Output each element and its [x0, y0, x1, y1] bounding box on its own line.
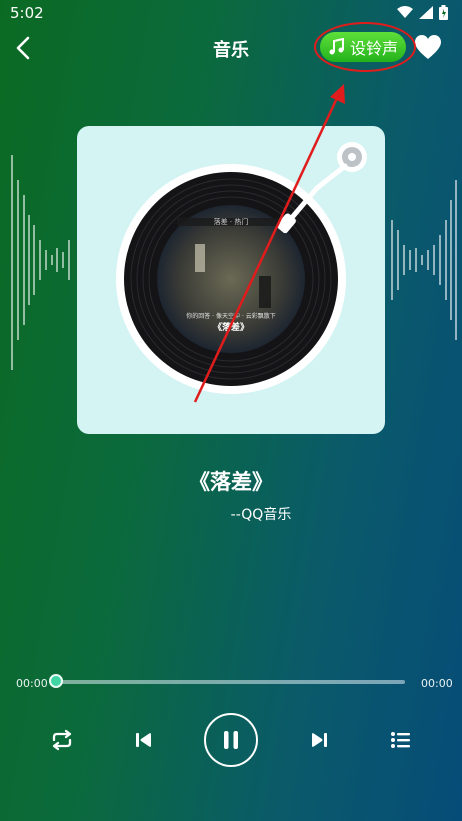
repeat-icon — [52, 729, 72, 751]
cover-caption-title: 《落差》 — [213, 321, 249, 333]
next-icon — [312, 733, 327, 747]
vinyl-record: 落差 · 热门 你的回答 · 像天空中 · 云彩飘散下 《落差》 — [116, 142, 367, 394]
current-time: 00:00 — [16, 677, 48, 690]
waveform-right — [391, 180, 457, 340]
heart-icon — [415, 35, 441, 59]
waveform-left — [11, 155, 70, 370]
progress-bar[interactable] — [57, 680, 405, 684]
song-title: 《落差》 — [189, 470, 273, 494]
previous-icon — [136, 733, 151, 747]
playlist-button[interactable] — [385, 724, 417, 756]
total-time: 00:00 — [421, 677, 453, 690]
wifi-icon — [397, 6, 413, 18]
album-cover-card: 落差 · 热门 你的回答 · 像天空中 · 云彩飘散下 《落差》 — [77, 126, 385, 434]
cover-top-banner: 落差 · 热门 — [214, 217, 249, 226]
song-artist: --QQ音乐 — [230, 507, 292, 523]
status-time: 5:02 — [10, 4, 44, 22]
cover-caption-small: 你的回答 · 像天空中 · 云彩飘散下 — [186, 312, 275, 320]
previous-button[interactable] — [127, 724, 159, 756]
playlist-icon — [391, 732, 410, 748]
annotation-highlight-ellipse — [314, 22, 416, 72]
status-bar: 5:02 — [0, 0, 462, 26]
pause-icon — [224, 731, 238, 749]
favorite-button[interactable] — [414, 34, 442, 62]
battery-icon — [439, 5, 448, 20]
status-icons — [397, 5, 448, 20]
next-button[interactable] — [304, 724, 336, 756]
progress-thumb[interactable] — [49, 674, 63, 688]
pause-button[interactable] — [204, 713, 258, 767]
signal-icon — [419, 6, 433, 19]
repeat-button[interactable] — [46, 724, 78, 756]
